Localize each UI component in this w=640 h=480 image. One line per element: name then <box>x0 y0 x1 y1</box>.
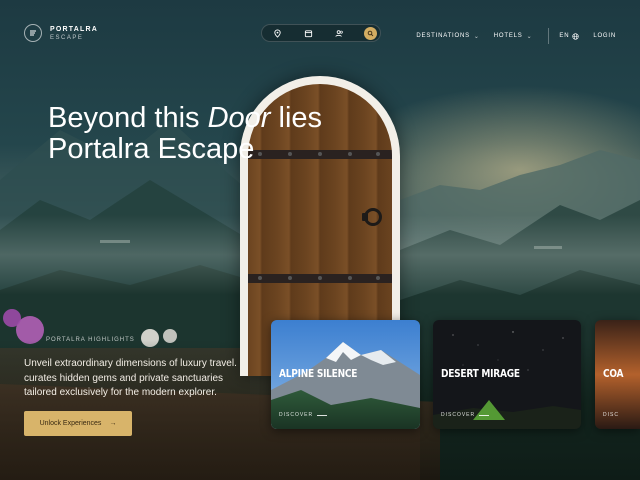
card-title: ALPINE SILENCE <box>279 367 358 380</box>
card-discover-label: DISC <box>603 412 619 418</box>
highlights-line-2: curates hidden gems and private sanctuar… <box>24 372 224 384</box>
highlights-label: PORTALRA HIGHLIGHTS <box>46 337 135 343</box>
globe-icon <box>572 32 579 40</box>
nav-destinations-label: DESTINATIONS <box>416 33 470 39</box>
nav-divider <box>548 28 550 44</box>
login-link[interactable]: LOGIN <box>593 33 616 39</box>
destination-card-coastal[interactable]: COA DISC <box>595 320 640 429</box>
nav-destinations[interactable]: DESTINATIONS ⌄ <box>416 33 479 40</box>
guests-icon[interactable] <box>333 26 347 40</box>
brand-logo[interactable]: PORTALRA ESCAPE <box>24 24 98 42</box>
line-arrow-icon <box>479 414 490 416</box>
highlights-line-3: tailored exclusively for the modern expl… <box>24 387 217 398</box>
card-discover-label: DISCOVER <box>441 412 476 418</box>
main-menu: DESTINATIONS ⌄ HOTELS ⌄ EN LOGIN <box>416 28 616 44</box>
calendar-icon[interactable] <box>301 26 315 40</box>
card-title: COA <box>603 367 624 380</box>
cta-label: Unlock Experiences <box>39 420 102 427</box>
card-discover-link[interactable]: DISC <box>603 412 619 418</box>
search-icon[interactable] <box>363 26 377 40</box>
brand-name: PORTALRA <box>50 25 98 33</box>
hero-title-part2: lies <box>270 102 323 134</box>
nav-hotels[interactable]: HOTELS ⌄ <box>494 33 533 40</box>
destination-card-alpine[interactable]: ALPINE SILENCE DISCOVER <box>271 320 420 429</box>
chevron-down-icon: ⌄ <box>526 33 533 40</box>
language-label: EN <box>559 33 570 39</box>
hero-title-italic: Door <box>207 102 271 134</box>
door-ring-handle-icon <box>364 208 382 226</box>
brand-subtitle: ESCAPE <box>50 34 84 41</box>
unlock-experiences-button[interactable]: Unlock Experiences → <box>24 411 132 436</box>
brand-icon <box>24 24 42 42</box>
nav-hotels-label: HOTELS <box>493 33 523 39</box>
card-discover-link[interactable]: DISCOVER <box>441 412 490 418</box>
card-discover-label: DISCOVER <box>279 412 314 418</box>
hero-title: Beyond this Door lies Portalra Escape <box>48 103 322 165</box>
hero-title-line2: Portalra Escape <box>48 133 255 165</box>
line-arrow-icon <box>317 414 328 416</box>
hero-title-part1: Beyond this <box>48 102 208 134</box>
chevron-down-icon: ⌄ <box>473 33 480 40</box>
highlights-description: Unveil extraordinary dimensions of luxur… <box>24 357 254 401</box>
location-pin-icon[interactable] <box>270 26 284 40</box>
arrow-right-icon: → <box>109 420 117 427</box>
language-switcher[interactable]: EN <box>559 32 579 40</box>
door-band-lower <box>248 274 392 283</box>
card-title: DESERT MIRAGE <box>441 367 520 380</box>
destination-card-desert[interactable]: DESERT MIRAGE DISCOVER <box>433 320 581 429</box>
top-nav: PORTALRA ESCAPE DESTINATIONS ⌄ HOTELS ⌄ … <box>0 0 640 66</box>
card-discover-link[interactable]: DISCOVER <box>279 412 328 418</box>
highlights-line-1: Unveil extraordinary dimensions of luxur… <box>24 358 237 369</box>
search-pill[interactable] <box>261 24 381 42</box>
brand-text: PORTALRA ESCAPE <box>50 26 98 41</box>
